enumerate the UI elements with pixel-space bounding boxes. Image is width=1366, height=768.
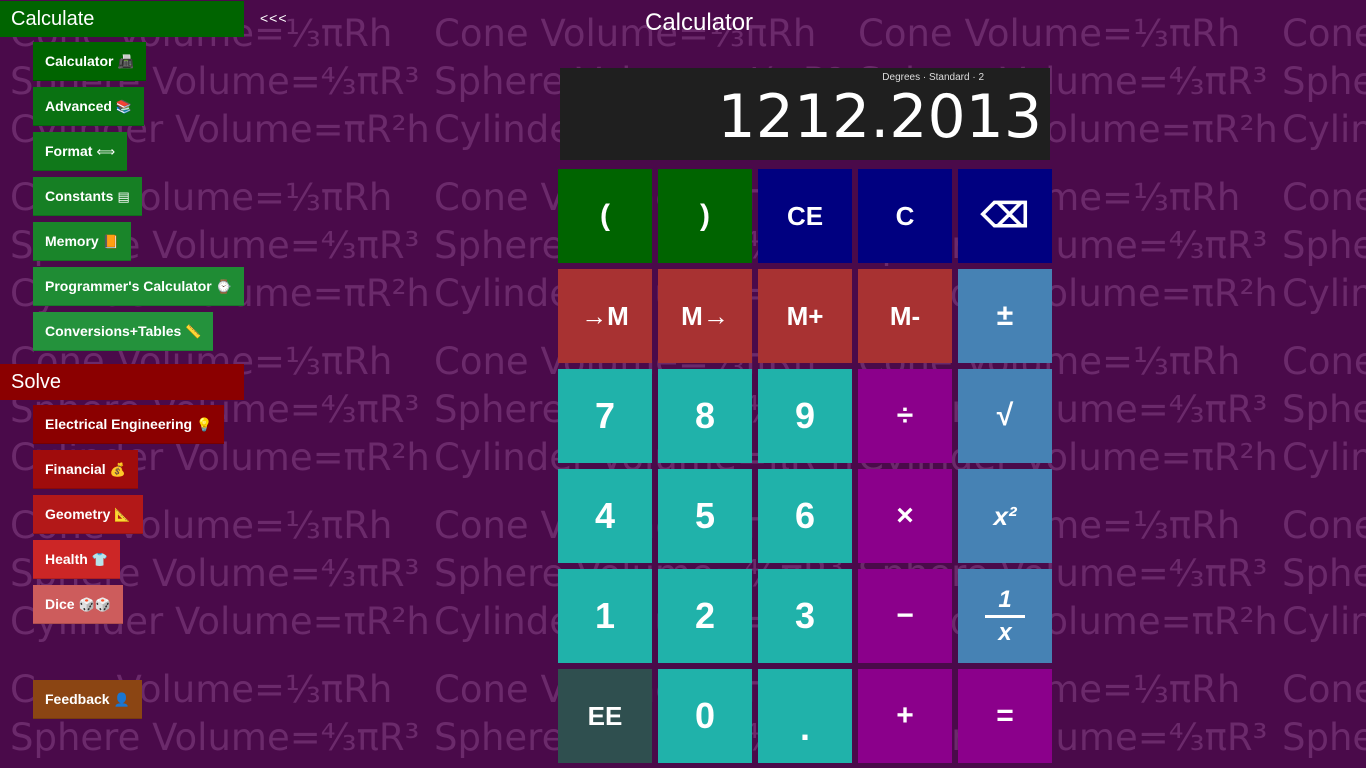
- page-title: Calculator: [645, 9, 754, 36]
- calculator-display: Degrees · Standard · 2 1212.2013: [560, 68, 1050, 160]
- solve-section-header[interactable]: Solve: [0, 364, 244, 400]
- nav-conversions-tables-button[interactable]: Conversions+Tables 📏: [33, 312, 214, 351]
- nav-label: Constants: [45, 188, 114, 204]
- divide-key[interactable]: ÷: [858, 369, 952, 463]
- nav-health-button[interactable]: Health 👕: [33, 540, 120, 579]
- nav-label: Conversions+Tables: [45, 323, 182, 339]
- nav-advanced-button[interactable]: Advanced 📚: [33, 87, 145, 126]
- nav-dice-button[interactable]: Dice 🎲🎲: [33, 585, 123, 624]
- nav-format-button[interactable]: Format ⟺: [33, 132, 128, 171]
- exponent-entry-key[interactable]: EE: [558, 669, 652, 763]
- subtract-key[interactable]: −: [858, 569, 952, 663]
- open-paren-key[interactable]: (: [558, 169, 652, 263]
- close-paren-key[interactable]: ): [658, 169, 752, 263]
- nav-feedback-button[interactable]: Feedback 👤: [33, 680, 142, 719]
- digit-0-key[interactable]: 0: [658, 669, 752, 763]
- clear-entry-key[interactable]: CE: [758, 169, 852, 263]
- shirt-icon: 👕: [91, 552, 108, 567]
- backspace-icon[interactable]: ⌫: [958, 169, 1052, 263]
- reciprocal-key[interactable]: 1 x: [958, 569, 1052, 663]
- nav-label: Financial: [45, 461, 106, 477]
- nav-label: Format: [45, 143, 93, 159]
- memory-subtract-key[interactable]: M-: [858, 269, 952, 363]
- nav-label: Programmer's Calculator: [45, 278, 212, 294]
- fax-icon: 📠: [117, 54, 134, 69]
- nav-constants-button[interactable]: Constants ▤: [33, 177, 142, 216]
- decimal-point-key[interactable]: .: [758, 669, 852, 763]
- fraction-bar: [985, 614, 1025, 618]
- square-root-key[interactable]: √: [958, 369, 1052, 463]
- nav-calculator-button[interactable]: Calculator 📠: [33, 42, 146, 81]
- nav-label: Calculator: [45, 53, 114, 69]
- person-icon: 👤: [113, 692, 130, 707]
- reciprocal-denominator: x: [998, 618, 1012, 646]
- plus-minus-key[interactable]: ±: [958, 269, 1052, 363]
- add-key[interactable]: +: [858, 669, 952, 763]
- digit-4-key[interactable]: 4: [558, 469, 652, 563]
- digit-7-key[interactable]: 7: [558, 369, 652, 463]
- digit-8-key[interactable]: 8: [658, 369, 752, 463]
- memory-recall-key[interactable]: M→: [658, 269, 752, 363]
- digit-2-key[interactable]: 2: [658, 569, 752, 663]
- digit-5-key[interactable]: 5: [658, 469, 752, 563]
- memory-store-key[interactable]: →M: [558, 269, 652, 363]
- lightbulb-icon: 💡: [196, 417, 213, 432]
- nav-label: Dice: [45, 596, 75, 612]
- swap-arrows-icon: ⟺: [96, 144, 116, 159]
- calculate-section-header[interactable]: Calculate: [0, 1, 244, 37]
- nav-label: Electrical Engineering: [45, 416, 193, 432]
- equals-key[interactable]: =: [958, 669, 1052, 763]
- digit-9-key[interactable]: 9: [758, 369, 852, 463]
- nav-geometry-button[interactable]: Geometry 📐: [33, 495, 143, 534]
- nav-memory-button[interactable]: Memory 📙: [33, 222, 131, 261]
- collapse-nav-button[interactable]: <<<: [260, 10, 288, 26]
- watch-icon: ⌚: [215, 279, 232, 294]
- triangle-ruler-icon: 📐: [114, 507, 131, 522]
- display-value: 1212.2013: [717, 82, 1042, 152]
- ruler-icon: 📏: [185, 324, 202, 339]
- nav-label: Advanced: [45, 98, 112, 114]
- money-bag-icon: 💰: [109, 462, 126, 477]
- digit-3-key[interactable]: 3: [758, 569, 852, 663]
- dice-icon: 🎲🎲: [78, 597, 111, 612]
- nav-electrical-engineering-button[interactable]: Electrical Engineering 💡: [33, 405, 225, 444]
- multiply-key[interactable]: ×: [858, 469, 952, 563]
- nav-label: Health: [45, 551, 88, 567]
- clear-key[interactable]: C: [858, 169, 952, 263]
- nav-label: Geometry: [45, 506, 111, 522]
- reciprocal-numerator: 1: [998, 585, 1012, 613]
- notebook-icon: 📙: [102, 234, 119, 249]
- digit-1-key[interactable]: 1: [558, 569, 652, 663]
- table-icon: ▤: [117, 189, 130, 204]
- digit-6-key[interactable]: 6: [758, 469, 852, 563]
- memory-add-key[interactable]: M+: [758, 269, 852, 363]
- reciprocal-fraction: 1 x: [985, 585, 1025, 646]
- square-key[interactable]: x²: [958, 469, 1052, 563]
- nav-programmers-calculator-button[interactable]: Programmer's Calculator ⌚: [33, 267, 244, 306]
- nav-financial-button[interactable]: Financial 💰: [33, 450, 138, 489]
- nav-label: Feedback: [45, 691, 110, 707]
- nav-label: Memory: [45, 233, 99, 249]
- books-icon: 📚: [115, 99, 133, 114]
